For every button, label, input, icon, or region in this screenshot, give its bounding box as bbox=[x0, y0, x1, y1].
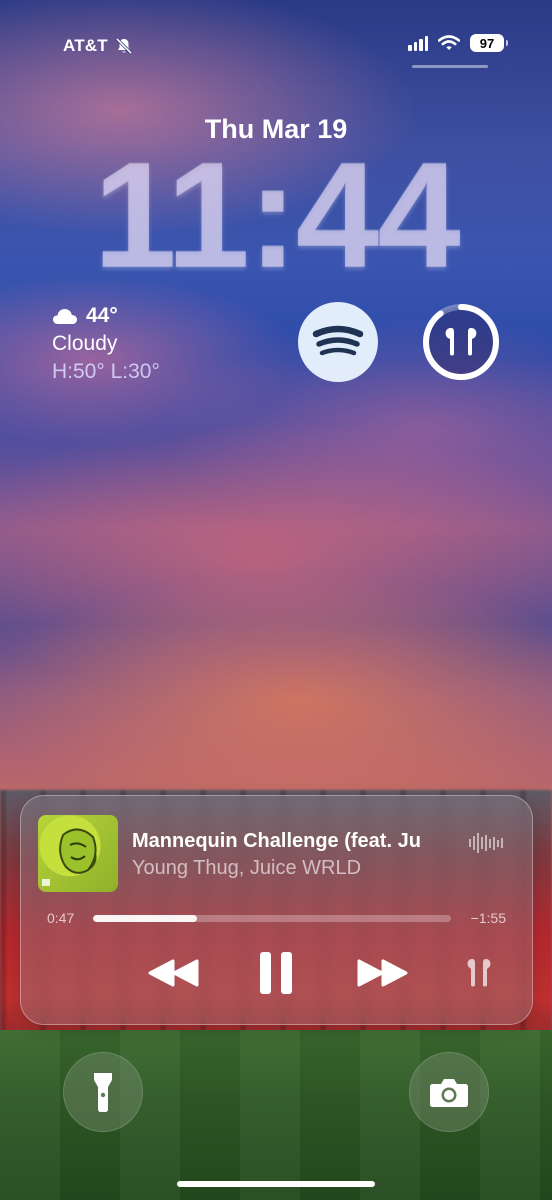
pause-button[interactable] bbox=[249, 949, 303, 997]
home-indicator[interactable] bbox=[177, 1181, 375, 1187]
airpods-battery-widget[interactable] bbox=[421, 302, 501, 382]
album-art[interactable] bbox=[38, 815, 118, 892]
flashlight-icon bbox=[94, 1073, 112, 1112]
camera-button[interactable] bbox=[409, 1052, 489, 1132]
status-indicators: 97 bbox=[408, 34, 508, 52]
airpods-icon bbox=[467, 959, 491, 987]
playback-progress-bar[interactable] bbox=[93, 915, 451, 922]
album-art-image bbox=[42, 828, 97, 886]
audio-waveform-icon bbox=[469, 832, 503, 854]
cellular-signal-icon bbox=[408, 35, 428, 51]
spotify-icon bbox=[312, 325, 364, 356]
backward-icon bbox=[148, 959, 199, 987]
now-playing-widget[interactable]: Mannequin Challenge (feat. Ju Young Thug… bbox=[20, 795, 533, 1025]
weather-temperature: 44° bbox=[86, 304, 118, 327]
fast-forward-button[interactable] bbox=[351, 949, 413, 997]
bell-slash-icon bbox=[115, 37, 132, 55]
weather-condition: Cloudy bbox=[52, 332, 118, 355]
status-bar: AT&T 97 bbox=[0, 0, 552, 80]
control-center-hint[interactable] bbox=[412, 65, 488, 68]
carrier: AT&T bbox=[63, 36, 134, 56]
elapsed-time: 0:47 bbox=[47, 910, 75, 926]
audio-output-button[interactable] bbox=[461, 949, 497, 997]
battery-indicator: 97 bbox=[470, 34, 508, 52]
wifi-icon bbox=[438, 35, 460, 50]
remaining-time: −1:55 bbox=[470, 910, 506, 926]
playback-progress-fill bbox=[93, 915, 197, 922]
pause-icon bbox=[260, 952, 292, 994]
track-title[interactable]: Mannequin Challenge (feat. Ju bbox=[132, 830, 462, 853]
forward-icon bbox=[357, 959, 408, 987]
flashlight-button[interactable] bbox=[63, 1052, 143, 1132]
cloud-icon bbox=[53, 309, 77, 324]
airpods-battery-ring bbox=[423, 304, 499, 380]
weather-widget[interactable]: 44° Cloudy H:50° L:30° bbox=[52, 302, 160, 386]
lock-screen-clock: 11:44 bbox=[93, 131, 460, 299]
rewind-button[interactable] bbox=[143, 949, 205, 997]
track-artist[interactable]: Young Thug, Juice WRLD bbox=[132, 857, 361, 880]
spotify-widget[interactable] bbox=[298, 302, 378, 382]
weather-high-low: H:50° L:30° bbox=[52, 360, 160, 383]
carrier-label: AT&T bbox=[63, 36, 108, 55]
camera-icon bbox=[430, 1079, 468, 1107]
battery-level: 97 bbox=[479, 35, 495, 51]
